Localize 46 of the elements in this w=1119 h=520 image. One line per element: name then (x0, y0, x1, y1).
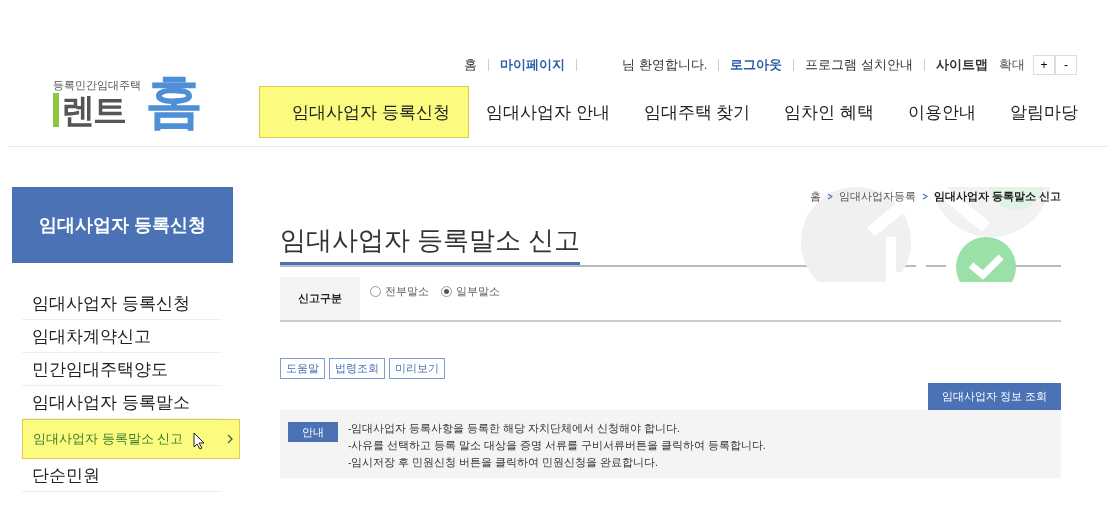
page-title: 임대사업자 등록말소 신고 (280, 223, 581, 265)
nav-item[interactable]: 이용안내 (891, 87, 993, 137)
breadcrumb-separator-icon (921, 192, 928, 200)
lookup-button[interactable]: 임대사업자 정보 조회 (927, 383, 1061, 410)
nav-item[interactable]: 알림마당 (993, 87, 1095, 137)
notice-line: -임시저장 후 민원신청 버튼을 클릭하여 민원신청을 완료합니다. (348, 456, 659, 470)
sidebar-item[interactable]: 임대사업자 등록말소 신고 (22, 419, 240, 459)
breadcrumb-item: 임대사업자 등록말소 신고 (933, 188, 1061, 204)
top-link[interactable]: 사이트맵 (924, 59, 999, 71)
top-link[interactable]: 홈 (453, 59, 489, 71)
radio-label: 전부말소 (385, 283, 429, 299)
nav-item[interactable]: 임대사업자 안내 (468, 87, 627, 137)
sidebar-title: 임대사업자 등록신청 (12, 187, 233, 263)
cursor-icon (193, 432, 205, 450)
top-link[interactable]: 마이페이지 (488, 59, 577, 71)
radio-icon[interactable] (441, 285, 452, 297)
radio-label: 일부말소 (456, 283, 500, 299)
nav-item[interactable]: 임대사업자 등록신청 (259, 86, 469, 138)
notice-badge: 안내 (288, 422, 338, 442)
sidebar-item[interactable]: 임대차계약신고 (22, 320, 222, 353)
breadcrumb-item[interactable]: 임대사업자등록 (838, 188, 916, 204)
top-link[interactable]: 로그아웃 (718, 59, 794, 71)
sidebar-item[interactable]: 단순민원 (22, 459, 222, 492)
radio-icon[interactable] (370, 285, 381, 297)
breadcrumb-item[interactable]: 홈 (809, 188, 821, 204)
zoom-out-button[interactable]: - (1055, 55, 1077, 75)
tool-button[interactable]: 미리보기 (389, 358, 445, 379)
zoom-label: 확대 (999, 56, 1025, 74)
logo-tagline: 등록민간임대주택 (53, 78, 141, 93)
nav-item[interactable]: 임대주택 찾기 (626, 87, 768, 137)
form-label: 신고구분 (280, 277, 360, 320)
welcome-text: 님 환영합니다. (622, 56, 708, 74)
zoom-in-button[interactable]: + (1033, 55, 1055, 75)
nav-item[interactable]: 임차인 혜택 (767, 87, 891, 137)
chevron-icon (227, 434, 233, 444)
breadcrumb-separator-icon (826, 192, 833, 200)
notice-line: -사유를 선택하고 등록 말소 대상을 증명 서류를 구비서류버튼을 클릭하여 등록합니다. (348, 439, 766, 453)
sidebar-item[interactable]: 민간임대주택양도 (22, 353, 222, 386)
sidebar-item[interactable]: 임대사업자 등록신청 (22, 287, 222, 320)
logo-word[interactable]: 렌트 (53, 93, 125, 127)
tool-button[interactable]: 법령조회 (329, 358, 385, 379)
top-link[interactable]: 프로그램 설치안내 (793, 59, 924, 71)
radio-option[interactable]: 일부말소 (441, 283, 500, 299)
tool-button[interactable]: 도움말 (280, 358, 325, 379)
radio-option[interactable]: 전부말소 (370, 283, 429, 299)
notice-line: -임대사업자 등록사항을 등록한 해당 자치단체에서 신청해야 합니다. (348, 422, 681, 436)
